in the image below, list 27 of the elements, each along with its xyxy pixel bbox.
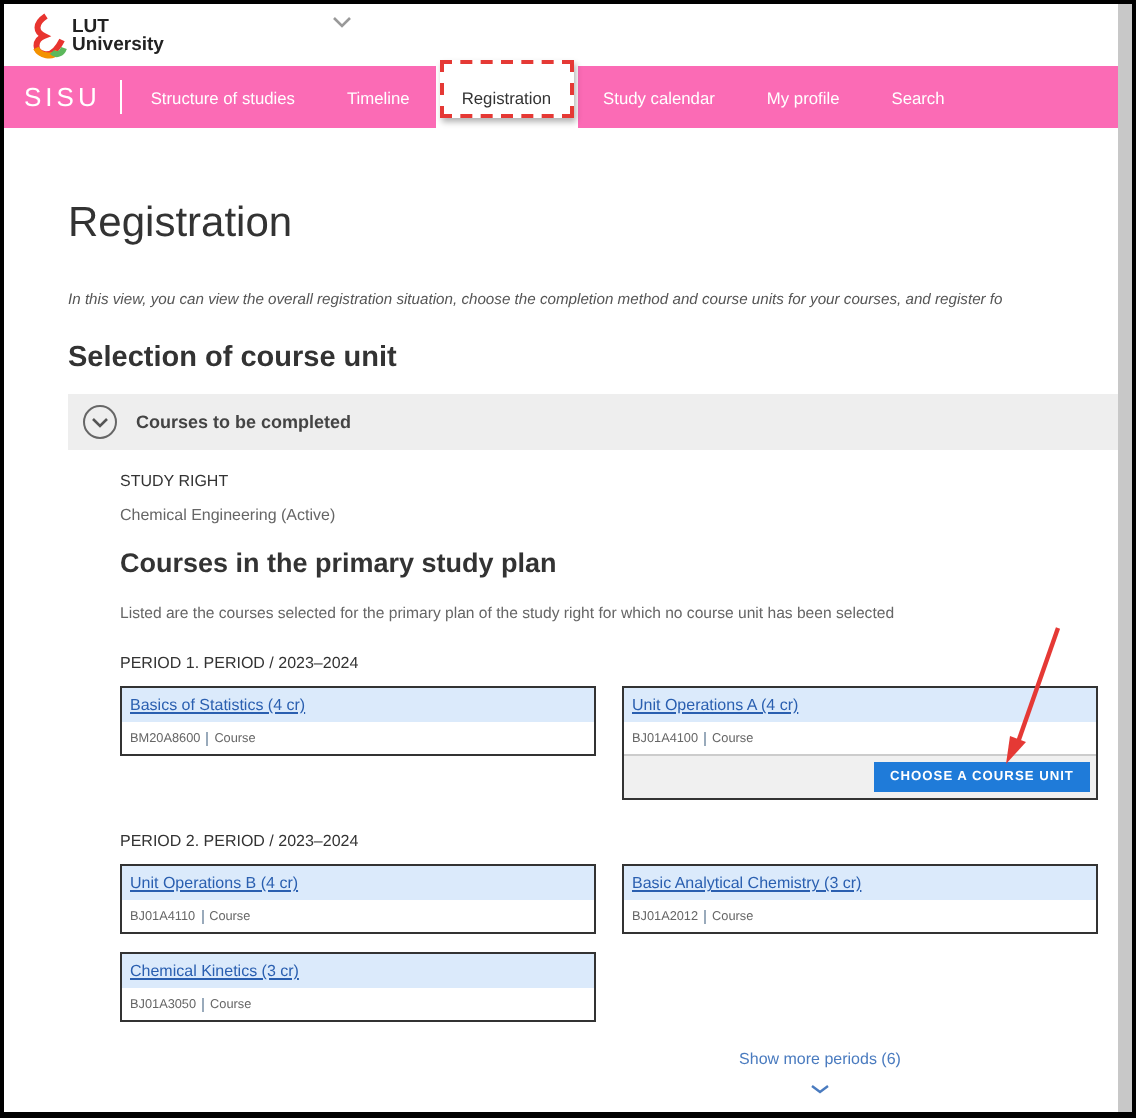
- course-link[interactable]: Basics of Statistics (4 cr): [130, 696, 306, 714]
- page-title: Registration: [68, 200, 295, 248]
- show-more-link[interactable]: Show more periods (6): [739, 1050, 901, 1068]
- period-title: PERIOD 1. PERIOD / 2023–2024: [120, 654, 361, 672]
- nav-tab[interactable]: My profile: [740, 66, 866, 128]
- course-link[interactable]: Chemical Kinetics (3 cr): [130, 962, 299, 980]
- period-title: PERIOD 2. PERIOD / 2023–2024: [120, 832, 361, 850]
- nav-tab[interactable]: Search: [865, 66, 971, 128]
- panel-title: Courses to be completed: [136, 412, 352, 432]
- annotation-arrow: [1006, 627, 1061, 764]
- logo-text: LUT University: [72, 17, 164, 53]
- panel-header[interactable]: Courses to be completed: [68, 394, 1118, 450]
- section-title: Selection of course unit: [68, 342, 399, 374]
- course-link[interactable]: Unit Operations A (4 cr): [632, 696, 799, 714]
- brand-logo[interactable]: SISU: [24, 82, 101, 112]
- study-right: Chemical Engineering (Active): [120, 506, 338, 524]
- study-right-label: STUDY RIGHT: [120, 472, 231, 490]
- nav-tab[interactable]: Registration: [435, 66, 578, 128]
- nav-tab[interactable]: Study calendar: [577, 66, 741, 128]
- course-link[interactable]: Unit Operations B (4 cr): [130, 874, 299, 892]
- plan-title: Courses in the primary study plan: [120, 548, 559, 578]
- nav-tab[interactable]: Timeline: [321, 66, 436, 128]
- highlight-box: [439, 60, 574, 118]
- logo-icon: [28, 11, 68, 59]
- nav-tab[interactable]: Structure of studies: [146, 66, 321, 128]
- chevron-down-icon: [810, 1084, 830, 1094]
- chevron-down-icon: [331, 15, 352, 27]
